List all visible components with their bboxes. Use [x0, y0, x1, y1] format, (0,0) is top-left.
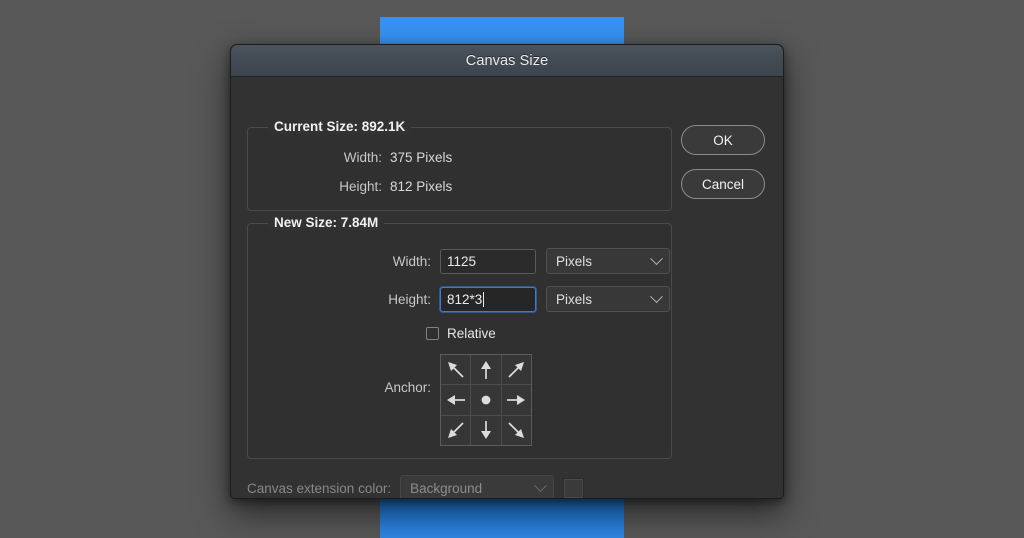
relative-label: Relative [447, 326, 496, 341]
current-width-row: Width: 375 Pixels [248, 150, 671, 165]
anchor-cell-top-center[interactable] [471, 355, 501, 385]
canvas-extension-color-select[interactable]: Background [400, 475, 555, 498]
arrow-up-right-icon [508, 361, 525, 378]
text-caret [483, 291, 485, 307]
center-dot-icon [481, 395, 491, 405]
current-size-group: Current Size: 892.1K Width: 375 Pixels H… [247, 119, 672, 211]
arrow-up-left-icon [447, 361, 464, 378]
new-width-input-value: 1125 [447, 253, 477, 269]
new-height-unit-value: Pixels [556, 291, 593, 307]
new-height-input[interactable]: 812*3 [440, 286, 536, 312]
new-width-input[interactable]: 1125 [440, 248, 536, 274]
canvas-size-dialog: Canvas Size Current Size: 892.1K Width: … [230, 44, 784, 499]
arrow-down-icon [480, 421, 491, 440]
anchor-cell-bottom-left[interactable] [441, 415, 471, 445]
arrow-right-icon [507, 394, 526, 405]
canvas-extension-color-row: Canvas extension color: Background [247, 475, 585, 498]
new-height-row: Height: 812*3 Pixels [248, 286, 671, 312]
dialog-buttons: OK Cancel [681, 125, 767, 213]
anchor-grid[interactable] [440, 354, 532, 446]
current-size-legend: Current Size: 892.1K [268, 119, 412, 134]
new-width-label: Width: [392, 253, 431, 269]
anchor-row: Anchor: [248, 354, 671, 446]
anchor-cell-center[interactable] [471, 385, 501, 415]
current-width-value: 375 Pixels [390, 150, 453, 165]
canvas-extension-color-label: Canvas extension color: [247, 480, 392, 496]
arrow-left-icon [446, 394, 465, 405]
canvas-extension-color-value: Background [410, 480, 483, 496]
current-height-row: Height: 812 Pixels [248, 179, 671, 194]
anchor-cell-bottom-center[interactable] [471, 415, 501, 445]
new-height-input-value: 812*3 [447, 291, 483, 307]
new-height-label: Height: [388, 291, 431, 307]
new-size-legend: New Size: 7.84M [268, 215, 385, 230]
chevron-down-icon [650, 251, 663, 265]
anchor-cell-top-left[interactable] [441, 355, 471, 385]
dialog-titlebar[interactable]: Canvas Size [231, 45, 783, 77]
new-size-group: New Size: 7.84M Width: 1125 Pixels Heigh… [247, 215, 672, 459]
dialog-body: Current Size: 892.1K Width: 375 Pixels H… [231, 77, 783, 498]
new-width-unit-select[interactable]: Pixels [546, 248, 670, 274]
current-height-value: 812 Pixels [390, 179, 453, 194]
anchor-cell-middle-left[interactable] [441, 385, 471, 415]
anchor-label: Anchor: [384, 380, 431, 395]
new-width-unit-value: Pixels [556, 253, 593, 269]
current-height-label: Height: [339, 179, 382, 194]
new-width-row: Width: 1125 Pixels [248, 248, 671, 274]
anchor-cell-bottom-right[interactable] [501, 415, 531, 445]
relative-checkbox[interactable] [426, 327, 439, 340]
new-height-unit-select[interactable]: Pixels [546, 286, 670, 312]
arrow-down-right-icon [508, 422, 525, 439]
anchor-cell-top-right[interactable] [501, 355, 531, 385]
arrow-down-left-icon [447, 422, 464, 439]
chevron-down-icon [534, 478, 547, 492]
cancel-button[interactable]: Cancel [681, 169, 765, 199]
ok-button[interactable]: OK [681, 125, 765, 155]
relative-row[interactable]: Relative [426, 326, 496, 341]
dialog-title: Canvas Size [465, 52, 549, 69]
current-width-label: Width: [343, 150, 382, 165]
canvas-extension-color-swatch[interactable] [563, 477, 585, 498]
anchor-cell-middle-right[interactable] [501, 385, 531, 415]
chevron-down-icon [650, 289, 663, 303]
arrow-up-icon [480, 360, 491, 379]
